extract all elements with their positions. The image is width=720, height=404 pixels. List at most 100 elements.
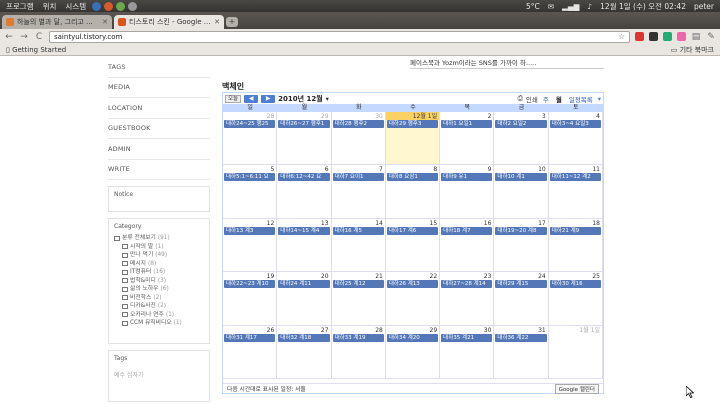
day-number[interactable]: 16 <box>440 219 493 227</box>
other-bookmarks[interactable]: ▭ 기타 북마크 <box>671 45 714 55</box>
day-number[interactable]: 11 <box>549 165 602 173</box>
calendar-day-cell[interactable]: 5 대하5:1~6:11 요 <box>223 165 278 218</box>
extension-icon[interactable] <box>663 32 672 41</box>
calendar-event[interactable]: 대하19~20 계8 <box>495 226 547 235</box>
category-item[interactable]: 만나 먹기 (49) <box>114 251 204 260</box>
calendar-day-cell[interactable]: 3 대하2 요일2 <box>494 112 549 165</box>
prev-month-button[interactable]: ◀ <box>244 94 259 103</box>
day-number[interactable]: 29 <box>386 326 439 334</box>
calendar-day-cell[interactable]: 24 대하29 계15 <box>494 272 549 325</box>
browser-tab[interactable]: 하늘의 별과 달, 그리고 ... ✕ <box>2 15 112 29</box>
calendar-day-cell[interactable]: 19 대하22~23 계10 <box>223 272 278 325</box>
day-number[interactable]: 31 <box>494 326 547 334</box>
calendar-day-cell[interactable]: 14 대하16 계5 <box>332 218 386 272</box>
calendar-day-cell[interactable]: 29 대하34 계20 <box>386 325 441 378</box>
calendar-event[interactable]: 대하25 계12 <box>332 280 384 289</box>
day-number[interactable]: 3 <box>494 112 547 120</box>
calendar-event[interactable]: 대하24~25 행25 <box>224 120 276 128</box>
recent-post-link[interactable]: 페이스북과 Yozm이라는 SNS를 가까이 하..... <box>410 57 604 69</box>
day-number[interactable]: 28 <box>332 326 385 334</box>
day-number[interactable]: 5 <box>223 165 276 173</box>
calendar-day-cell[interactable]: 30 대하35 계21 <box>440 325 495 378</box>
calendar-event[interactable]: 대하16 계5 <box>332 226 384 235</box>
extension-icon[interactable] <box>677 32 686 41</box>
menu-system[interactable]: 시스템 <box>65 1 86 12</box>
calendar-day-cell[interactable]: 2 대하1 요일1 <box>440 112 495 165</box>
calendar-event[interactable]: 대하31 계17 <box>224 333 276 342</box>
day-number[interactable]: 17 <box>494 219 547 227</box>
menu-places[interactable]: 위치 <box>43 1 57 12</box>
calendar-day-cell[interactable]: 11 대하11~12 계2 <box>549 165 603 218</box>
reload-button[interactable]: C <box>34 32 44 42</box>
google-calendar-badge[interactable]: Google 캘린더 <box>554 383 599 394</box>
calendar-event[interactable]: 대하26 계13 <box>386 280 439 289</box>
calendar-event[interactable]: 대하1 요일1 <box>441 120 493 128</box>
today-button[interactable]: 오늘 <box>225 94 242 103</box>
bookmark-getting-started[interactable]: ▯ Getting Started <box>6 46 66 54</box>
calendar-day-cell[interactable]: 29 대하26~27 행후1 <box>277 112 332 165</box>
calendar-day-cell[interactable]: 15 대하17 계6 <box>386 218 441 272</box>
category-item[interactable]: 시작의 말 (1) <box>114 243 204 252</box>
day-number[interactable]: 28 <box>223 112 276 120</box>
calendar-dropdown-icon[interactable]: ▾ <box>598 95 601 103</box>
day-number[interactable]: 27 <box>277 326 330 334</box>
calendar-event[interactable]: 대하30 계16 <box>549 280 601 289</box>
calendar-event[interactable]: 대하24 계11 <box>278 280 330 289</box>
calendar-event[interactable]: 대하3~4 요일3 <box>549 120 601 128</box>
category-item[interactable]: IT컴퓨터 (16) <box>114 268 204 277</box>
calendar-event[interactable]: 대하34 계20 <box>386 333 439 342</box>
address-bar[interactable]: saintyul.tistory.com ☆ <box>49 30 630 43</box>
app-launcher-icon[interactable] <box>92 1 102 11</box>
sidebar-link-location[interactable]: LOCATION <box>108 98 210 119</box>
category-item[interactable]: 법학&미디 (3) <box>114 277 204 286</box>
day-number[interactable]: 13 <box>277 219 330 227</box>
calendar-day-cell[interactable]: 13 대하14~15 계4 <box>277 218 332 272</box>
menu-programs[interactable]: 프로그램 <box>6 1 34 12</box>
category-item[interactable]: 비전학스 (2) <box>114 294 204 303</box>
calendar-day-cell[interactable]: 21 대하25 계12 <box>332 272 386 325</box>
calendar-event[interactable]: 대하27~28 계14 <box>441 280 493 289</box>
calendar-event[interactable]: 대하28 행후2 <box>332 120 384 128</box>
weather-readout[interactable]: 5°C <box>526 2 540 11</box>
calendar-event[interactable]: 대하22~23 계10 <box>224 280 276 289</box>
day-number[interactable]: 29 <box>277 112 330 120</box>
close-icon[interactable]: ✕ <box>214 18 220 26</box>
extension-icon[interactable] <box>635 32 644 41</box>
calendar-event[interactable]: 대하7 요이1 <box>332 173 384 182</box>
next-month-button[interactable]: ▶ <box>261 94 276 103</box>
calendar-event[interactable]: 대하33 계19 <box>332 333 384 342</box>
app-launcher-icon[interactable] <box>128 1 138 11</box>
user-name[interactable]: peter <box>694 2 714 11</box>
calendar-day-cell[interactable]: 10 대하10 계1 <box>494 165 549 218</box>
category-item[interactable]: 분류 전체보기 (91) <box>114 234 204 243</box>
calendar-day-cell[interactable]: 4 대하3~4 요일3 <box>549 112 603 165</box>
calendar-day-cell[interactable]: 9 대하9 유1 <box>440 165 495 218</box>
calendar-day-cell[interactable]: 31 대하36 계22 <box>494 325 549 378</box>
day-number[interactable]: 19 <box>223 272 276 280</box>
day-number[interactable]: 4 <box>549 112 602 120</box>
view-month-tab[interactable]: 월 <box>554 94 564 104</box>
sidebar-link-write[interactable]: WRITE <box>108 160 210 180</box>
calendar-event[interactable]: 대하18 계7 <box>441 226 493 235</box>
day-number[interactable]: 26 <box>223 326 276 334</box>
calendar-event[interactable]: 대하21 계9 <box>549 226 601 235</box>
calendar-day-cell[interactable]: 12 대하13 계3 <box>223 218 278 272</box>
calendar-event[interactable]: 대하11~12 계2 <box>549 173 601 182</box>
day-number[interactable]: 20 <box>277 272 330 280</box>
app-launcher-icon[interactable] <box>104 1 114 11</box>
category-item[interactable]: 삶의 노하우 (6) <box>114 285 204 294</box>
day-number[interactable]: 1월 1일 <box>549 326 602 334</box>
calendar-day-cell[interactable]: 23 대하27~28 계14 <box>440 272 495 325</box>
day-number[interactable]: 12월 1일 <box>385 112 440 120</box>
calendar-event[interactable]: 대하5:1~6:11 요 <box>224 173 276 182</box>
day-number[interactable]: 10 <box>494 165 547 173</box>
calendar-day-cell[interactable]: 1월 1일 <box>549 325 603 378</box>
calendar-day-cell[interactable]: 8 대하8 요삼1 <box>386 165 441 218</box>
day-number[interactable]: 30 <box>440 326 493 334</box>
calendar-day-cell[interactable]: 16 대하18 계7 <box>440 218 495 272</box>
network-icon[interactable]: ▂▄▆ <box>562 2 579 11</box>
calendar-event[interactable]: 대하2 요일2 <box>495 120 547 128</box>
calendar-event[interactable]: 대하8 요삼1 <box>386 173 439 182</box>
page-menu-icon[interactable]: ▤ <box>691 32 701 42</box>
day-number[interactable]: 15 <box>386 219 439 227</box>
